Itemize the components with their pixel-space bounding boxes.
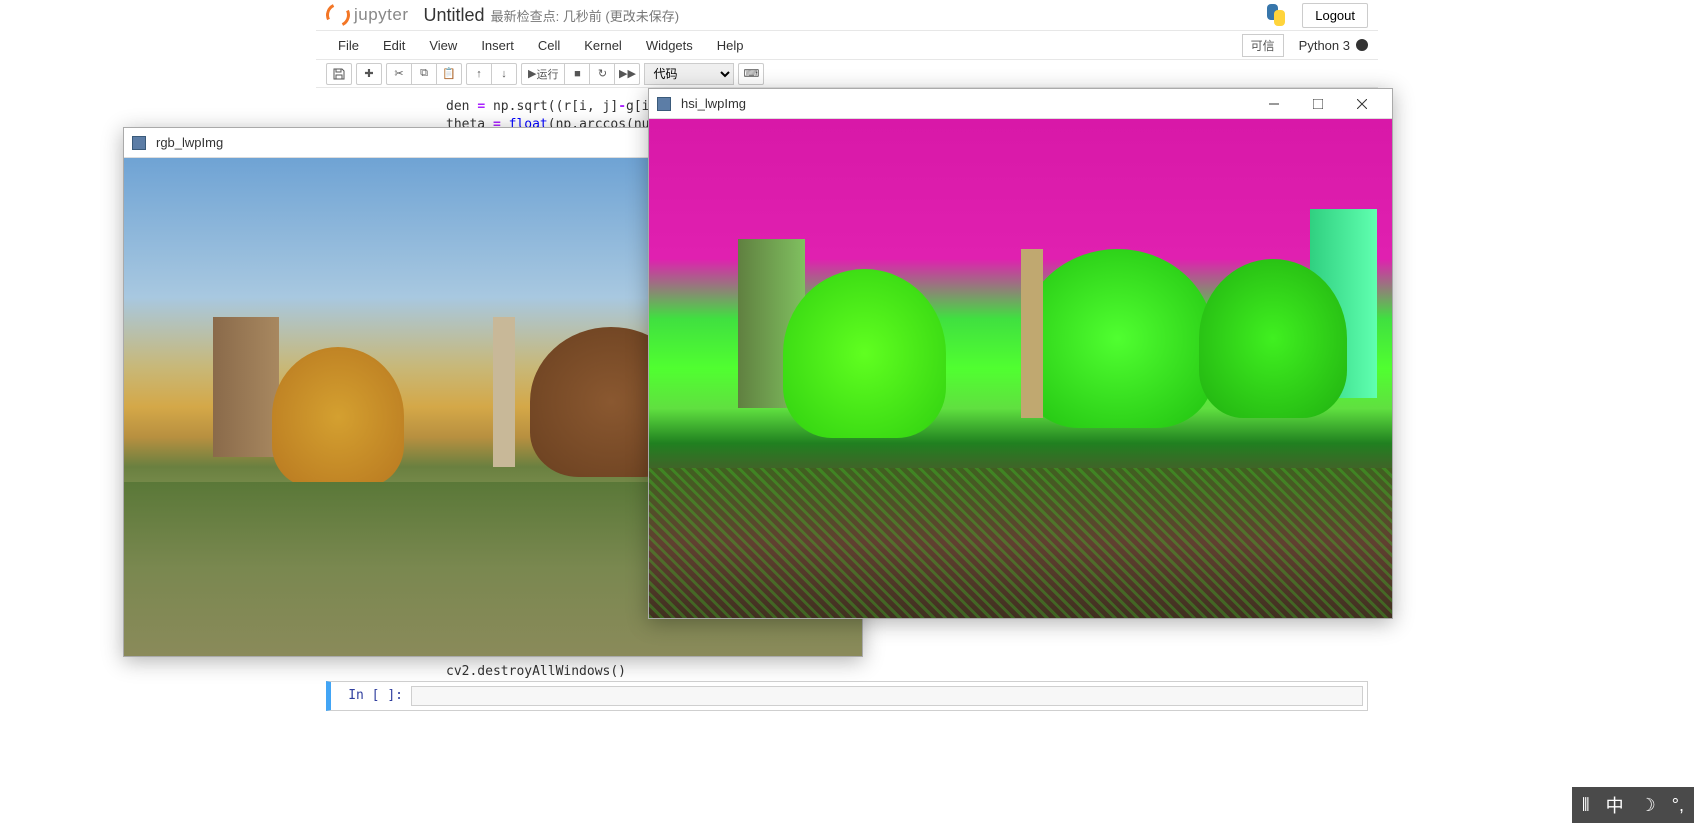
empty-code-cell[interactable]: In [ ]: [326,681,1368,711]
window-title-text: hsi_lwpImg [681,96,1252,111]
cut-button[interactable]: ✂ [386,63,412,85]
checkpoint-status: 最新检查点: 几秒前 (更改未保存) [491,6,680,25]
ime-moon-icon[interactable]: ☽ [1640,795,1656,816]
command-palette-button[interactable]: ⌨ [738,63,764,85]
kernel-name-text: Python 3 [1299,38,1350,53]
minimize-button[interactable] [1252,90,1296,118]
menu-edit[interactable]: Edit [371,34,417,57]
menu-insert[interactable]: Insert [469,34,526,57]
ime-punct-indicator[interactable]: °, [1672,795,1684,816]
menu-widgets[interactable]: Widgets [634,34,705,57]
menu-cell[interactable]: Cell [526,34,572,57]
maximize-button[interactable] [1296,90,1340,118]
trusted-indicator[interactable]: 可信 [1242,34,1284,57]
restart-run-button[interactable]: ▶▶ [614,63,640,85]
hsi-image-body [649,119,1392,618]
move-up-button[interactable]: ↑ [466,63,492,85]
restart-button[interactable]: ↻ [589,63,615,85]
ime-language-indicator[interactable]: 中 [1606,792,1624,818]
menu-view[interactable]: View [417,34,469,57]
notebook-header: jupyter Untitled 最新检查点: 几秒前 (更改未保存) Logo… [316,0,1378,30]
copy-button[interactable]: ⧉ [411,63,437,85]
window-titlebar[interactable]: hsi_lwpImg [649,89,1392,119]
kernel-indicator[interactable]: Python 3 [1299,38,1368,53]
ime-separator-icon[interactable]: ⦀ [1582,795,1590,816]
kernel-status-icon [1356,39,1368,51]
window-app-icon [657,97,671,111]
menubar: File Edit View Insert Cell Kernel Widget… [316,30,1378,60]
save-button[interactable] [326,63,352,85]
hsi-image-window[interactable]: hsi_lwpImg [648,88,1393,619]
cell-prompt: In [ ]: [331,682,411,710]
python-icon [1265,4,1287,26]
add-cell-button[interactable]: ✚ [356,63,382,85]
cell-input-area[interactable] [411,686,1363,706]
hsi-image [649,119,1392,618]
menu-help[interactable]: Help [705,34,756,57]
jupyter-logo-icon [323,0,354,30]
celltype-select[interactable]: 代码 [644,63,734,85]
run-button[interactable]: ▶ 运行 [521,63,565,85]
move-down-button[interactable]: ↓ [491,63,517,85]
toolbar: ✚ ✂ ⧉ 📋 ↑ ↓ ▶ 运行 ■ ↻ ▶▶ 代码 ⌨ [316,60,1378,88]
paste-button[interactable]: 📋 [436,63,462,85]
notebook-title[interactable]: Untitled [424,5,485,26]
ime-toolbar[interactable]: ⦀ 中 ☽ °, [1572,787,1694,823]
interrupt-button[interactable]: ■ [564,63,590,85]
menu-kernel[interactable]: Kernel [572,34,634,57]
close-button[interactable] [1340,90,1384,118]
output-fragment: cv2.destroyAllWindows() [316,664,1378,679]
window-app-icon [132,136,146,150]
logout-button[interactable]: Logout [1302,3,1368,28]
jupyter-logo[interactable]: jupyter [326,3,409,27]
jupyter-logo-text: jupyter [354,5,409,25]
menu-file[interactable]: File [326,34,371,57]
